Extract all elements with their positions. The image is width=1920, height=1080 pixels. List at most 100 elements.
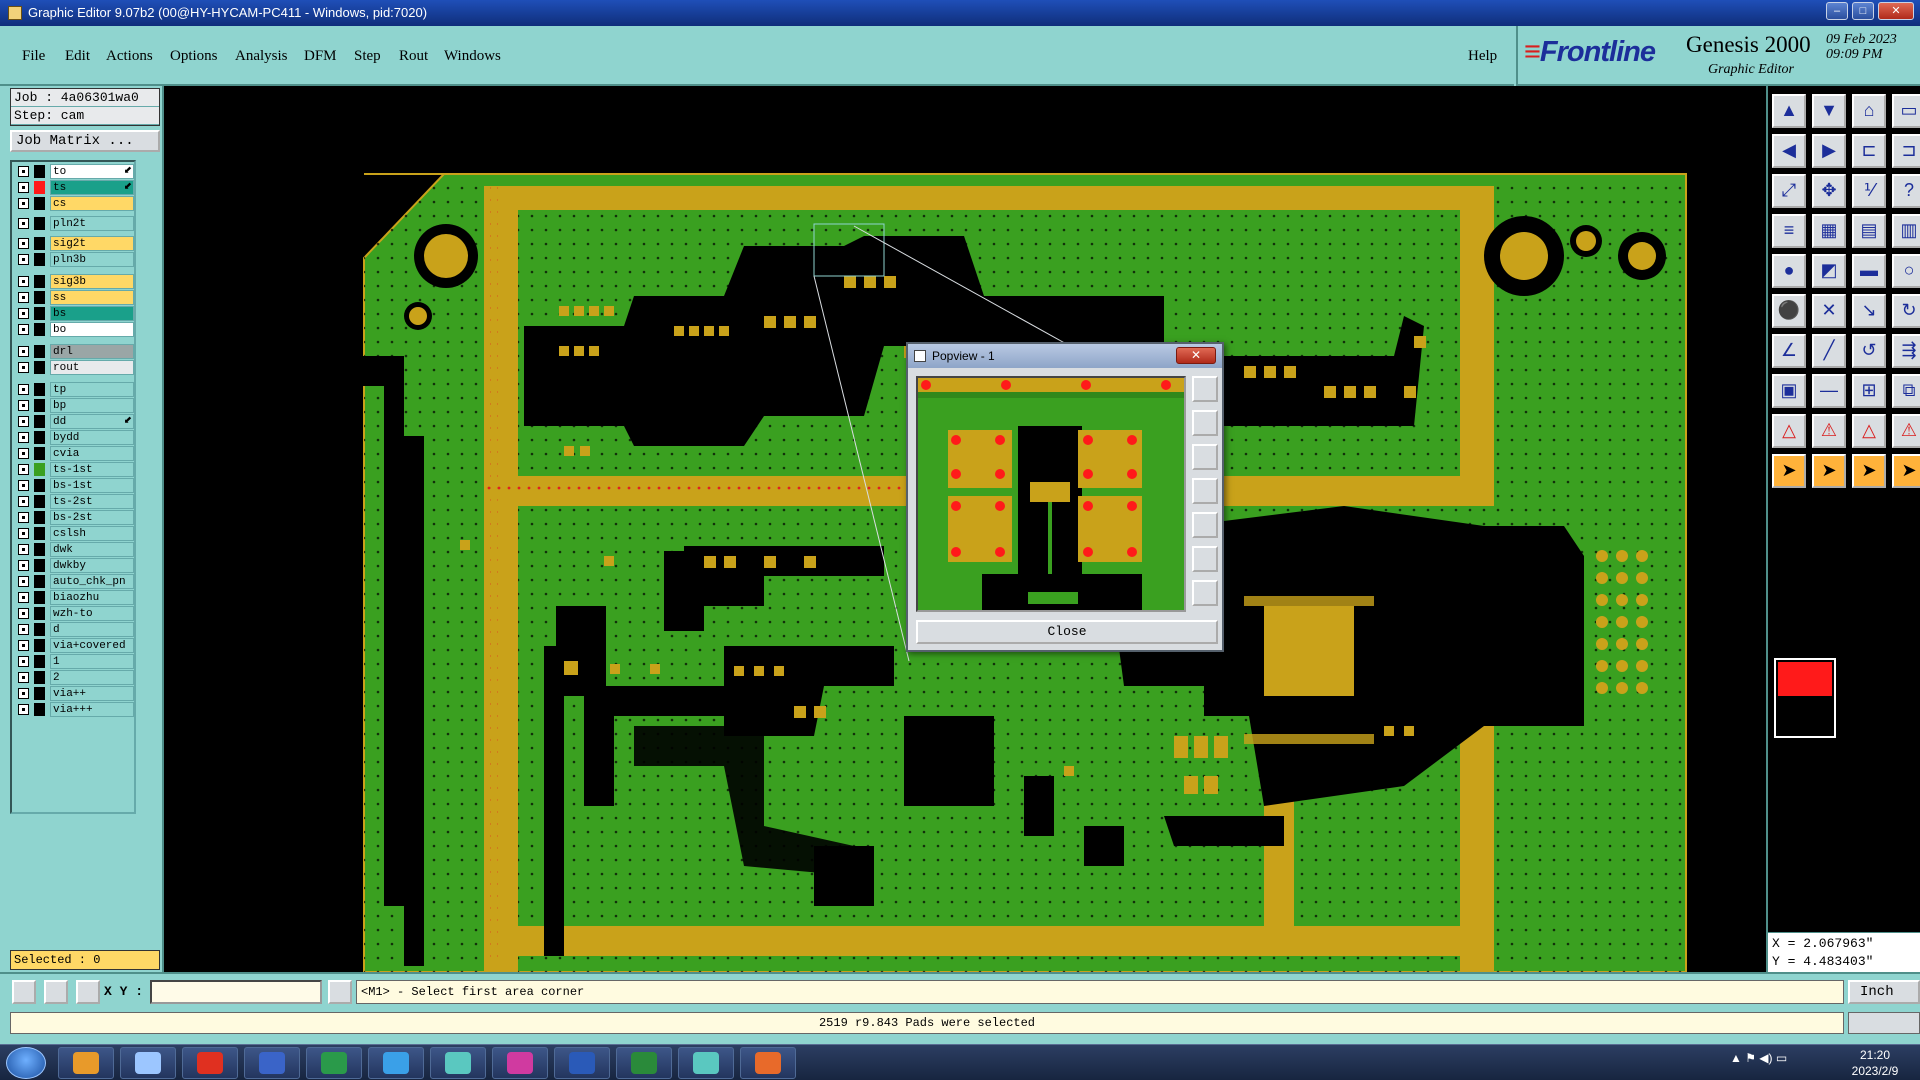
layer-checkbox[interactable] bbox=[18, 182, 29, 193]
menu-actions[interactable]: Actions bbox=[106, 48, 153, 65]
layer-checkbox[interactable] bbox=[18, 512, 29, 523]
popview-pan-down-icon[interactable] bbox=[1192, 444, 1218, 470]
layer-color-marker[interactable] bbox=[34, 559, 45, 572]
menu-dfm[interactable]: DFM bbox=[304, 48, 337, 65]
layer-name[interactable]: bs-2st bbox=[50, 510, 134, 525]
layer-name[interactable]: 1 bbox=[50, 654, 134, 669]
layer-row[interactable]: bs bbox=[14, 306, 134, 321]
layer-name[interactable]: to bbox=[50, 164, 134, 179]
layer-checkbox[interactable] bbox=[18, 384, 29, 395]
layer-row[interactable]: via+++ bbox=[14, 702, 134, 717]
layer-color-marker[interactable] bbox=[34, 639, 45, 652]
layer-row[interactable]: 2 bbox=[14, 670, 134, 685]
layer-name[interactable]: d bbox=[50, 622, 134, 637]
taskbar-clock[interactable]: 21:20 2023/2/9 bbox=[1840, 1047, 1910, 1079]
slope-icon[interactable]: ╱ bbox=[1812, 334, 1846, 368]
select-box-icon[interactable]: ▣ bbox=[1772, 374, 1806, 408]
menu-rout[interactable]: Rout bbox=[399, 48, 428, 65]
rotate-icon[interactable]: ↺ bbox=[1852, 334, 1886, 368]
layer-checkbox[interactable] bbox=[18, 218, 29, 229]
layer-name[interactable]: drl bbox=[50, 344, 134, 359]
pointer-move-icon[interactable]: ➤ bbox=[1892, 454, 1920, 488]
layer-checkbox[interactable] bbox=[18, 608, 29, 619]
layer-color-marker[interactable] bbox=[34, 197, 45, 210]
layer-checkbox[interactable] bbox=[18, 362, 29, 373]
taskbar-app-word[interactable] bbox=[554, 1047, 610, 1079]
layer-name[interactable]: rout bbox=[50, 360, 134, 375]
layer-color-marker[interactable] bbox=[34, 415, 45, 428]
layer-checkbox[interactable] bbox=[18, 324, 29, 335]
layer-row[interactable]: cs bbox=[14, 196, 134, 211]
layer-name[interactable]: cvia bbox=[50, 446, 134, 461]
layer-color-marker[interactable] bbox=[34, 543, 45, 556]
layer-row[interactable]: auto_chk_pn bbox=[14, 574, 134, 589]
layer-row[interactable]: dd ⬋ bbox=[14, 414, 134, 429]
zoom-area-icon[interactable]: ⊏ bbox=[1852, 134, 1886, 168]
node-icon[interactable]: ⚫ bbox=[1772, 294, 1806, 328]
layer-color-marker[interactable] bbox=[34, 527, 45, 540]
plus-icon[interactable]: ⊞ bbox=[1852, 374, 1886, 408]
start-button[interactable] bbox=[6, 1047, 46, 1079]
taskbar-app-shell[interactable] bbox=[58, 1047, 114, 1079]
layer-color-marker[interactable] bbox=[34, 703, 45, 716]
layer-color-marker[interactable] bbox=[34, 607, 45, 620]
layer-name[interactable]: tp bbox=[50, 382, 134, 397]
window-icon[interactable]: ▭ bbox=[1892, 94, 1920, 128]
layer-checkbox[interactable] bbox=[18, 640, 29, 651]
pan-left-icon[interactable]: ◀ bbox=[1772, 134, 1806, 168]
layer-name[interactable]: wzh-to bbox=[50, 606, 134, 621]
layer-name[interactable]: bp bbox=[50, 398, 134, 413]
layers-icon[interactable]: ≡ bbox=[1772, 214, 1806, 248]
layer-name[interactable]: pln2t bbox=[50, 216, 134, 231]
layer-color-marker[interactable] bbox=[34, 237, 45, 250]
minimize-button[interactable]: – bbox=[1826, 2, 1848, 20]
layer-color-marker[interactable] bbox=[34, 217, 45, 230]
menu-edit[interactable]: Edit bbox=[65, 48, 90, 65]
layer-name[interactable]: bo bbox=[50, 322, 134, 337]
layer-checkbox[interactable] bbox=[18, 592, 29, 603]
zoom-home-icon[interactable]: ▲ bbox=[1772, 94, 1806, 128]
popview-zoom-out-icon[interactable] bbox=[1192, 580, 1218, 606]
layer-row[interactable]: biaozhu bbox=[14, 590, 134, 605]
taskbar-app-blue[interactable] bbox=[368, 1047, 424, 1079]
help-icon[interactable]: ? bbox=[1892, 174, 1920, 208]
cross-icon[interactable]: ✕ bbox=[1812, 294, 1846, 328]
layer-name[interactable]: via+++ bbox=[50, 702, 134, 717]
layer-color-marker[interactable] bbox=[34, 479, 45, 492]
layer-row[interactable]: to ⬋ bbox=[14, 164, 134, 179]
menu-file[interactable]: File bbox=[22, 48, 45, 65]
layer-checkbox[interactable] bbox=[18, 688, 29, 699]
layer-name[interactable]: bydd bbox=[50, 430, 134, 445]
edit-icon[interactable]: ⇶ bbox=[1892, 334, 1920, 368]
layer-checkbox[interactable] bbox=[18, 576, 29, 587]
layer-row[interactable]: 1 bbox=[14, 654, 134, 669]
unit-selector[interactable]: Inch bbox=[1848, 980, 1920, 1004]
layer-row[interactable]: bo bbox=[14, 322, 134, 337]
layer-name[interactable]: dd bbox=[50, 414, 134, 429]
layer-name[interactable]: pln3b bbox=[50, 252, 134, 267]
layer-checkbox[interactable] bbox=[18, 198, 29, 209]
snap-mode-icon[interactable] bbox=[12, 980, 36, 1004]
layer-checkbox[interactable] bbox=[18, 238, 29, 249]
save-icon[interactable]: ⌂ bbox=[1852, 94, 1886, 128]
layer-name[interactable]: ts-1st bbox=[50, 462, 134, 477]
layer-color-marker[interactable] bbox=[34, 431, 45, 444]
layer-checkbox[interactable] bbox=[18, 448, 29, 459]
layer-name[interactable]: biaozhu bbox=[50, 590, 134, 605]
copy-icon[interactable]: ⧉ bbox=[1892, 374, 1920, 408]
popview-zoom-home-icon[interactable] bbox=[1192, 376, 1218, 402]
info-icon[interactable] bbox=[328, 980, 352, 1004]
menu-help[interactable]: Help bbox=[1468, 48, 1497, 65]
color-swatch[interactable] bbox=[1774, 658, 1836, 738]
popview-close-button[interactable]: Close bbox=[916, 620, 1218, 644]
minus-icon[interactable]: — bbox=[1812, 374, 1846, 408]
layer-name[interactable]: via++ bbox=[50, 686, 134, 701]
menu-analysis[interactable]: Analysis bbox=[235, 48, 288, 65]
redraw-icon[interactable]: ⊐ bbox=[1892, 134, 1920, 168]
taskbar-app-eye[interactable] bbox=[430, 1047, 486, 1079]
arc-icon[interactable]: ↻ bbox=[1892, 294, 1920, 328]
taskbar-app-notepad[interactable] bbox=[120, 1047, 176, 1079]
measure-icon[interactable]: ▥ bbox=[1892, 214, 1920, 248]
taskbar-app-orange[interactable] bbox=[740, 1047, 796, 1079]
xy-input[interactable] bbox=[150, 980, 322, 1004]
